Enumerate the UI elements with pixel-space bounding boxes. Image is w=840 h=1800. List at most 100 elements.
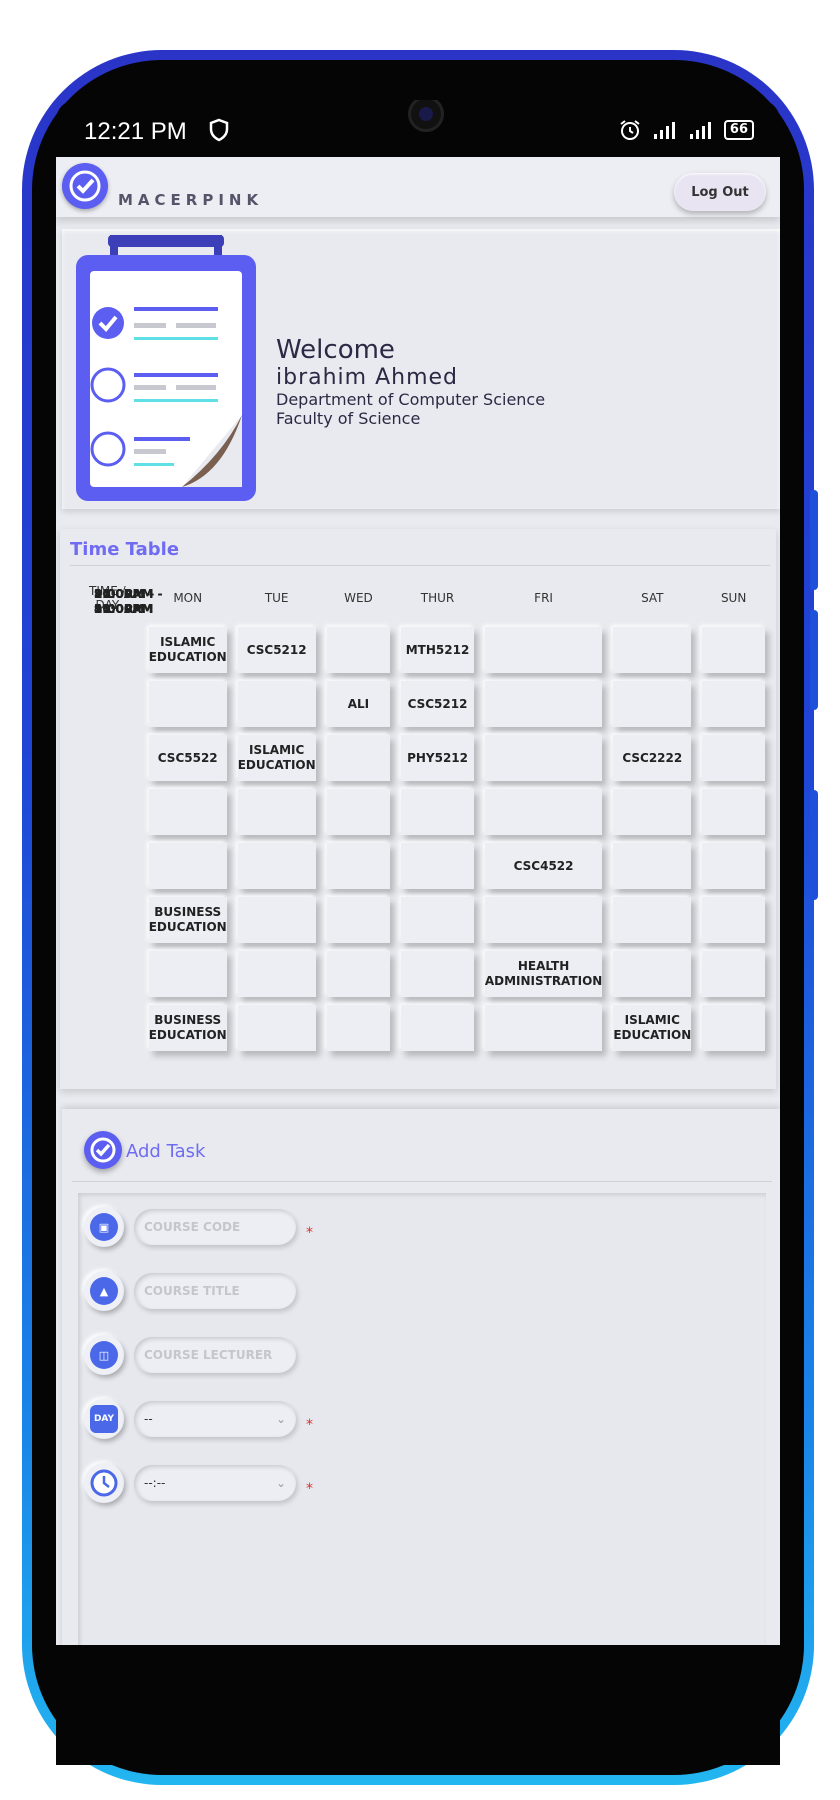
timetable-cell[interactable]: ISLAMIC EDUCATION (148, 627, 227, 673)
time-select-value: --:-- (144, 1476, 166, 1490)
timetable-cell[interactable] (148, 843, 227, 889)
signal-icon-2 (689, 122, 711, 139)
add-task-title: Add Task (126, 1141, 206, 1162)
timetable-cell[interactable] (702, 789, 765, 835)
timetable-header-row: TIME / DAY MON TUE WED THUR FRI SAT SUN (77, 577, 765, 619)
day-header: FRI (534, 591, 553, 605)
id-card-icon: ▣ (84, 1207, 124, 1247)
book-icon: ▲ (84, 1271, 124, 1311)
timetable-cell[interactable] (326, 627, 391, 673)
required-mark: * (306, 1417, 313, 1433)
timetable-cell[interactable]: ALI (326, 681, 391, 727)
timetable-cell[interactable] (326, 1005, 391, 1051)
time-row: --:-- ⌄ * (84, 1463, 313, 1503)
timetable-cell[interactable] (237, 951, 316, 997)
course-title-row: ▲ (84, 1271, 296, 1311)
timetable-row: 9:00AM - 10:00AM ALI CSC5212 (77, 587, 765, 727)
timetable-cell[interactable] (237, 897, 316, 943)
clock-icon (84, 1463, 124, 1503)
day-header: WED (344, 591, 373, 605)
day-header: SUN (720, 591, 747, 605)
divider (72, 1181, 772, 1182)
user-faculty: Faculty of Science (276, 409, 421, 428)
timetable-cell[interactable]: BUSINESS EDUCATION (148, 1005, 227, 1051)
timetable-cell[interactable] (484, 735, 603, 781)
timetable-cell[interactable] (148, 951, 227, 997)
timetable-cell[interactable] (326, 789, 391, 835)
status-icons: 66 (618, 118, 754, 142)
clipboard-illustration-icon (76, 235, 256, 501)
timetable-cell[interactable] (326, 951, 391, 997)
course-code-input[interactable] (134, 1209, 296, 1245)
timetable-row: 3:00PM - 4:00PM BUSINESS EDUCATION ISLAMIC… (77, 587, 765, 1051)
logout-button[interactable]: Log Out (674, 173, 766, 211)
timetable-cell[interactable] (484, 1005, 603, 1051)
lecturer-icon: ◫ (84, 1335, 124, 1375)
timetable-cell[interactable] (702, 735, 765, 781)
add-task-check-icon (84, 1131, 122, 1169)
timetable-cell[interactable] (326, 735, 391, 781)
timetable-cell[interactable]: HEALTH ADMINISTRATION (484, 951, 603, 997)
timetable-cell[interactable] (401, 843, 474, 889)
alarm-icon (620, 120, 640, 140)
timetable-cell[interactable] (484, 789, 603, 835)
timetable-cell[interactable]: PHY5212 (401, 735, 474, 781)
user-department: Department of Computer Science (276, 390, 546, 409)
course-lecturer-row: ◫ (84, 1335, 296, 1375)
timetable-cell[interactable] (613, 843, 692, 889)
signal-icon-1 (653, 122, 675, 139)
timetable-cell[interactable] (484, 897, 603, 943)
timetable-cell[interactable] (484, 681, 603, 727)
timetable-cell[interactable] (401, 789, 474, 835)
timetable-cell[interactable]: CSC5212 (401, 681, 474, 727)
status-bar: 12:21 PM 66 (56, 100, 780, 157)
battery-level: 66 (729, 122, 748, 137)
timetable-cell[interactable] (613, 627, 692, 673)
timetable-cell[interactable] (613, 789, 692, 835)
time-select[interactable]: --:-- ⌄ (134, 1465, 296, 1501)
timetable-cell[interactable] (148, 681, 227, 727)
add-task-form: ▣ * ▲ ◫ DAY -- ⌄ * (78, 1193, 766, 1657)
day-header: THUR (420, 591, 455, 605)
day-select[interactable]: -- ⌄ (134, 1401, 296, 1437)
timetable-cell[interactable] (237, 843, 316, 889)
timetable-cell[interactable] (484, 627, 603, 673)
timetable-cell[interactable] (401, 951, 474, 997)
timetable-cell[interactable] (237, 681, 316, 727)
timetable-cell[interactable] (702, 627, 765, 673)
timetable-cell[interactable] (702, 681, 765, 727)
timetable-cell[interactable] (613, 897, 692, 943)
front-camera (408, 100, 444, 132)
course-title-input[interactable] (134, 1273, 296, 1309)
timetable-cell[interactable]: ISLAMIC EDUCATION (237, 735, 316, 781)
timetable-cell[interactable] (237, 1005, 316, 1051)
timetable-cell[interactable] (613, 681, 692, 727)
timetable-grid: TIME / DAY MON TUE WED THUR FRI SAT SUN … (66, 569, 776, 1059)
timetable-cell[interactable]: CSC2222 (613, 735, 692, 781)
timetable-cell[interactable] (613, 951, 692, 997)
timetable-cell[interactable] (326, 843, 391, 889)
timetable-cell[interactable] (237, 789, 316, 835)
day-select-value: -- (144, 1412, 153, 1426)
timetable-cell[interactable] (401, 1005, 474, 1051)
timetable-cell[interactable] (702, 843, 765, 889)
course-lecturer-input[interactable] (134, 1337, 296, 1373)
required-mark: * (306, 1225, 313, 1241)
timetable-cell[interactable] (702, 897, 765, 943)
timetable-cell[interactable] (401, 897, 474, 943)
day-header: TUE (264, 591, 289, 605)
course-code-row: ▣ * (84, 1207, 313, 1247)
required-mark: * (306, 1481, 313, 1497)
timetable-cell[interactable] (702, 951, 765, 997)
timetable-cell[interactable] (148, 789, 227, 835)
timetable-cell[interactable]: BUSINESS EDUCATION (148, 897, 227, 943)
timetable-row: 2:00PM - 3:00PM HEALTH ADMINISTRATION (77, 587, 765, 997)
timetable-cell[interactable]: ISLAMIC EDUCATION (613, 1005, 691, 1051)
timetable-cell[interactable] (326, 897, 391, 943)
timetable-cell[interactable]: CSC5212 (237, 627, 316, 673)
timetable-cell[interactable]: MTH5212 (401, 627, 474, 673)
screen-bottom-edge (56, 1645, 780, 1765)
timetable-cell[interactable]: CSC4522 (484, 843, 603, 889)
timetable-cell[interactable]: CSC5522 (148, 735, 227, 781)
timetable-cell[interactable] (702, 1005, 765, 1051)
